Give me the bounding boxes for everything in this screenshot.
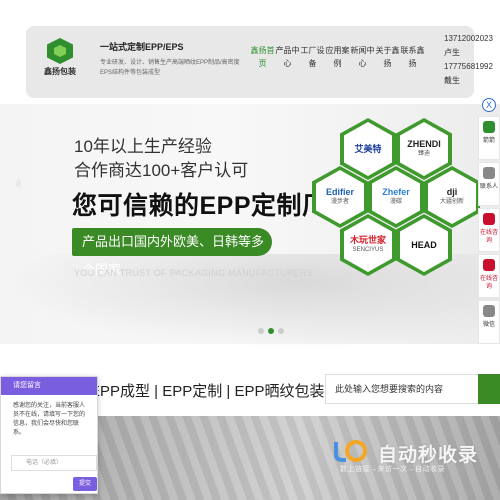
page: 鑫扬包装 一站式定制EPP/EPS 专业研发、设计、销售生产高端晒纹EPP制品/… (0, 0, 500, 500)
carousel-dot[interactable] (278, 328, 284, 334)
search-button[interactable] (478, 374, 500, 404)
chat-title: 请您留言 (1, 377, 97, 395)
hero-line-2: 合作商达100+客户认可 (74, 161, 249, 180)
sidebar-item[interactable]: 联系人 (478, 162, 500, 206)
chat-send-button[interactable]: 提交 (73, 477, 97, 491)
sidebar-item-icon (483, 121, 495, 133)
brand-name: ZHENDI (407, 139, 441, 149)
carousel-dot-active[interactable] (268, 328, 274, 334)
brand-logo: ZHENDI 臻迪 (407, 139, 441, 159)
sidebar-item-icon (483, 259, 495, 271)
company-desc: 专业研发、设计、销售生产高端晒纹EPP制品/高密度EPS结构件等包装成型 (100, 60, 240, 76)
carousel-dot[interactable] (258, 328, 264, 334)
brand-subname: SENCIYUS (352, 247, 384, 253)
floating-sidebar: X 箭箭 联系人 在线咨询 在线咨询 微信 (478, 98, 500, 346)
sidebar-item-label: 在线咨询 (479, 276, 498, 290)
hero-english-slogan: YOU CAN TRUST OF PACKAGING MANUFACTURERS (74, 268, 314, 278)
sidebar-item-label: 在线咨询 (479, 230, 498, 244)
nav-item[interactable]: 产品中心 (275, 44, 300, 70)
company-title: 一站式定制EPP/EPS (100, 42, 184, 52)
brand-name: Edifier (325, 187, 354, 197)
hero-banner: ‹ 10年以上生产经验 合作商达100+客户认可 您可信赖的EPP定制厂家 产品… (0, 104, 500, 349)
nav-item[interactable]: 鑫扬首页 (250, 44, 275, 70)
brand-logo: Zhefer 漫碳 (382, 187, 410, 207)
brand-name: HEAD (411, 240, 437, 250)
sidebar-item-label: 微信 (482, 322, 495, 328)
brand-logo: dji 大疆创新 (440, 187, 464, 207)
brand-logo: Edifier 漫步者 (326, 187, 354, 207)
contact-phones: 13712002023 卢生 17775681992 戴生 (444, 32, 500, 88)
brand-name: 木玩世家 (349, 235, 386, 245)
nav-item[interactable]: 工厂设备 (300, 44, 325, 70)
phone-1[interactable]: 13712002023 卢生 (444, 32, 500, 60)
hero-export-banner: 产品出口国内外欧美、日韩等多个国家 (72, 228, 272, 277)
brand-name: 艾美特 (354, 144, 382, 154)
brand-subname: 大疆创新 (439, 199, 464, 205)
sidebar-item[interactable]: 箭箭 (478, 116, 500, 160)
watermark-subtext: 数上链接→来访一次→自动收录 (340, 466, 445, 473)
brand-name: Zhefer (382, 187, 410, 197)
phone-2[interactable]: 17775681992 戴生 (444, 60, 500, 88)
brand-subname: 漫碳 (389, 199, 402, 205)
hero-line-1: 10年以上生产经验 (74, 137, 212, 156)
carousel-prev-icon[interactable]: ‹ (16, 174, 21, 190)
hero-title: 您可信赖的EPP定制厂家 (72, 192, 354, 220)
sidebar-item[interactable]: 在线咨询 (478, 254, 500, 298)
logo-text: 鑫扬包装 (44, 67, 76, 76)
nav-item[interactable]: 联系鑫扬 (400, 44, 425, 70)
watermark-logo-icon (334, 440, 367, 462)
nav-item[interactable]: 新闻中心 (350, 44, 375, 70)
brand-logo: 木玩世家 SENCIYUS (350, 235, 386, 255)
nav-item[interactable]: 应用案例 (325, 44, 350, 70)
chat-popup: 请您留言 感谢您的关注，当前客服人员不在线，请填写一下您的信息，我们会尽快和您联… (0, 376, 98, 494)
sidebar-item[interactable]: 微信 (478, 300, 500, 344)
sidebar-close-icon[interactable]: X (482, 98, 496, 112)
logo-hex-icon (47, 38, 73, 64)
brand-name: dji (446, 187, 458, 197)
nav-item[interactable]: 关于鑫扬 (375, 44, 400, 70)
chat-message: 感谢您的关注，当前客服人员不在线，请填写一下您的信息，我们会尽快和您联系。 (13, 403, 86, 436)
site-header: 鑫扬包装 一站式定制EPP/EPS 专业研发、设计、销售生产高端晒纹EPP制品/… (26, 26, 493, 98)
main-nav: 鑫扬首页 产品中心 工厂设备 应用案例 新闻中心 关于鑫扬 联系鑫扬 (250, 44, 425, 70)
watermark-text: 自动秒收录 (378, 445, 479, 466)
brand-logo: 艾美特 (354, 144, 381, 154)
sidebar-item-label: 箭箭 (482, 138, 495, 144)
sidebar-item-icon (483, 213, 495, 225)
sidebar-item[interactable]: 在线咨询 (478, 208, 500, 252)
sidebar-item-icon (483, 167, 495, 179)
brand-logo: HEAD (411, 240, 437, 250)
sidebar-item-icon (483, 305, 495, 317)
site-logo[interactable]: 鑫扬包装 (34, 34, 86, 94)
search-input[interactable]: 此处输入您想要搜索的内容 (325, 374, 480, 404)
brand-subname: 臻迪 (417, 151, 430, 157)
carousel-dots (258, 328, 288, 334)
brand-subname: 漫步者 (330, 199, 349, 205)
sidebar-item-label: 联系人 (479, 184, 498, 190)
chat-phone-input[interactable]: 电话（必填） (11, 455, 97, 471)
